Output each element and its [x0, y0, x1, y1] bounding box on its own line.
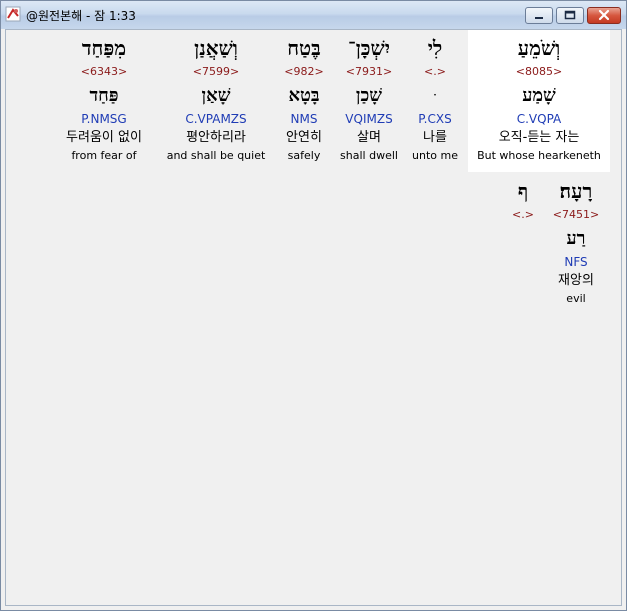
word-column-mipachad[interactable]: מִפַּחַד <6343> פַּחַד P.NMSG 두려움이 없이 fr…	[50, 30, 158, 172]
korean-gloss: 재앙의	[558, 273, 594, 288]
strong-number[interactable]: <6343>	[50, 65, 158, 79]
strong-number[interactable]: <8085>	[468, 65, 610, 79]
word-column-betach[interactable]: בֶּטַח <982> בָּטָא NMS 안연히 safely	[274, 30, 334, 172]
minimize-icon	[535, 17, 543, 19]
hebrew-word: לִי	[427, 36, 443, 60]
morphology-code: C.VPAMZS	[185, 112, 247, 126]
korean-gloss: 평안하리라	[186, 130, 246, 145]
app-icon	[5, 6, 21, 22]
hebrew-word: יִשְׁכָּן־	[348, 36, 390, 60]
morphology-code: VQIMZS	[345, 112, 393, 126]
morphology-code: P.NMSG	[81, 112, 127, 126]
english-gloss: from fear of	[71, 149, 137, 162]
word-column-shomea[interactable]: וְשֹׁמֵעַ <8085> שָׁמַע C.VQPA 오직-듣는 자는 …	[468, 30, 610, 172]
morphology-code: C.VQPA	[516, 112, 562, 126]
word-column-yishkan[interactable]: יִשְׁכָּן־ <7931> שָׁכַן VQIMZS 살며 shall…	[336, 30, 402, 172]
maximize-icon	[564, 10, 576, 20]
strong-number[interactable]: <7451>	[542, 208, 610, 222]
strong-number[interactable]: <982>	[274, 65, 334, 79]
lemma: פַּחַד	[89, 85, 119, 106]
hebrew-word: ף	[517, 179, 529, 203]
korean-gloss: 오직-듣는 자는	[498, 130, 580, 145]
close-icon	[598, 9, 610, 21]
hebrew-word: מִפַּחַד	[81, 36, 127, 60]
window-title: @원전본해 - 잠 1:33	[26, 9, 136, 23]
english-gloss: shall dwell	[340, 149, 398, 162]
english-gloss: evil	[566, 292, 586, 305]
hebrew-word: וְשַׁאֲנַן	[194, 36, 238, 60]
lemma: שָׁכַן	[355, 85, 383, 106]
title-bar[interactable]: @원전본해 - 잠 1:33	[1, 1, 626, 29]
korean-gloss: 살며	[357, 130, 381, 145]
app-window: @원전본해 - 잠 1:33 וְשֹׁמֵעַ <8085> שָׁמַע C…	[0, 0, 627, 611]
hebrew-word: רָעָה׃	[559, 179, 593, 203]
strong-number[interactable]: <.>	[404, 65, 466, 79]
close-button[interactable]	[587, 7, 621, 24]
word-column-li[interactable]: לִי <.> ּ P.CXS 나를 unto me	[404, 30, 466, 172]
english-gloss: safely	[287, 149, 321, 162]
korean-gloss: 두려움이 없이	[66, 130, 142, 145]
morphology-code: P.CXS	[418, 112, 452, 126]
morphology-code: NFS	[564, 255, 588, 269]
lemma: ּ	[404, 85, 466, 107]
interlinear-panel: וְשֹׁמֵעַ <8085> שָׁמַע C.VQPA 오직-듣는 자는 …	[5, 29, 622, 606]
lemma: בָּטָא	[288, 85, 320, 106]
word-column-sof-pasuq[interactable]: ף <.>	[506, 172, 540, 232]
hebrew-word: בֶּטַח	[287, 36, 321, 60]
lemma: שָׁמַע	[522, 85, 556, 106]
strong-number[interactable]: <7599>	[160, 65, 272, 79]
morphology-code: NMS	[290, 112, 318, 126]
word-column-veshaanan[interactable]: וְשַׁאֲנַן <7599> שָׁאַן C.VPAMZS 평안하리라 …	[160, 30, 272, 172]
english-gloss: unto me	[412, 149, 458, 162]
korean-gloss: 안연히	[286, 130, 322, 145]
minimize-button[interactable]	[525, 7, 553, 24]
korean-gloss: 나를	[423, 130, 447, 145]
hebrew-word: וְשֹׁמֵעַ	[517, 36, 561, 60]
word-column-raah[interactable]: רָעָה׃ <7451> רַע NFS 재앙의 evil	[542, 172, 610, 312]
strong-number[interactable]: <7931>	[336, 65, 402, 79]
english-gloss: and shall be quiet	[166, 149, 266, 162]
maximize-button[interactable]	[556, 7, 584, 24]
strong-number[interactable]: <.>	[506, 208, 540, 222]
lemma: רַע	[566, 228, 586, 249]
lemma: שָׁאַן	[201, 85, 231, 106]
english-gloss: But whose hearkeneth	[477, 149, 601, 162]
